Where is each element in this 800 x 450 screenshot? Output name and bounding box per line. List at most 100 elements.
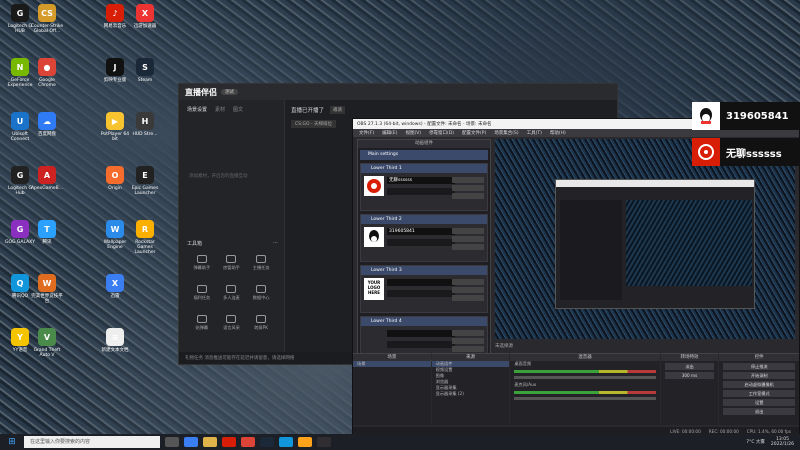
game-tag[interactable]: CS:GO - 天梯排位 [291,120,337,128]
obs-menubar: 文件(F) 编辑(E) 视图(V) 停靠窗口(D) 配置文件(P) 场景集合(S) 工具(T… [353,129,799,137]
desktop-icon[interactable]: O Origin [98,166,132,191]
desktop-icon[interactable]: X 迅雷 [98,274,132,299]
toolbox-item[interactable]: 主播任务 [246,255,276,271]
obs-menu-item[interactable]: 编辑(E) [382,130,397,136]
lower-third-options[interactable] [387,290,455,297]
obs-menu-item[interactable]: 工具(T) [527,130,542,136]
desktop-icon[interactable]: J 剪映专业版 [98,58,132,83]
desktop-icon[interactable]: V Grand Theft Auto V [30,328,64,358]
app-icon: Y [11,328,29,346]
toolbox-item[interactable]: 房管助手 [217,255,247,271]
invite-button[interactable]: 邀请 [330,106,346,114]
controls-list: 停止推流开始录制启动虚拟摄像机 工作室模式设置退出 [719,363,799,415]
desktop-icon[interactable]: W 完美世界竞技平台 [30,274,64,304]
live-titlebar[interactable]: 直播伴侣 测试 [179,84,617,100]
toolbox-item[interactable]: 福利任务 [187,285,217,301]
lower-third-name-field[interactable]: 无聊ssssss [387,177,455,184]
scene-item[interactable]: 场景 [353,361,431,367]
control-button[interactable]: 启动虚拟摄像机 [723,381,796,388]
control-button[interactable]: 工作室模式 [723,390,796,397]
qq-taskbar-icon[interactable] [279,437,293,447]
obs-menu-item[interactable]: 停靠窗口(D) [429,130,454,136]
mic-audio-slider[interactable] [514,397,656,400]
obs-menu-item[interactable]: 文件(F) [359,130,374,136]
tab-material[interactable]: 素材 [215,106,225,113]
source-item[interactable]: 显示器采集 (2) [432,391,510,397]
obs-menu-item[interactable]: 配置文件(P) [462,130,486,136]
lower-third-card[interactable]: Lower Third 2 319605841 [360,214,488,262]
control-button[interactable]: 开始录制 [723,372,796,379]
file-explorer-icon[interactable] [203,437,217,447]
toolbox-header: 工具箱 ⋯ [187,240,278,247]
obs-preview[interactable] [495,139,795,339]
desktop-audio-meter [514,370,656,373]
obs-menu-item[interactable]: 帮助(H) [550,130,566,136]
tool-icon [226,285,237,293]
desktop-icon[interactable]: W Wallpaper Engine [98,220,132,250]
desktop-icon[interactable]: T 腾讯 [30,220,64,245]
toolbox-item[interactable]: 跨屏PK [246,315,276,331]
toolbox-item[interactable]: 数据中心 [246,285,276,301]
windows-start-icon[interactable]: ⊞ [0,437,24,447]
obs-menu-item[interactable]: 场景集合(S) [494,130,518,136]
desktop-icon-label: 迅游加速器 [133,24,157,29]
control-button[interactable]: 停止推流 [723,363,796,370]
lower-third-buttons[interactable] [452,177,484,201]
desktop-icon-label: 新建文本文档 [101,348,129,353]
lower-third-name-field[interactable]: 319605841 [387,228,455,235]
lower-third-options[interactable] [387,188,455,195]
qq-icon [364,227,384,247]
mixer-mic-label: 麦克风/Aux [514,382,537,387]
tool-icon [226,315,237,323]
netease-taskbar-icon[interactable] [222,437,236,447]
tool-label: 多人连麦 [223,295,240,300]
desktop-icon[interactable]: ▶ PotPlayer 64 bit [98,112,132,142]
lower-third-name-field[interactable] [387,330,455,337]
lower-third-buttons[interactable] [452,330,484,354]
desktop-icon-label: 网易云音乐 [103,24,127,29]
task-view-icon[interactable] [165,437,179,447]
desktop-icon[interactable]: R Rockstar Games Launcher [128,220,162,255]
lower-third-buttons[interactable] [452,228,484,252]
toolbox-item[interactable]: 语言风采 [217,315,247,331]
desktop-icon[interactable]: H HUD Stre... [128,112,162,137]
toolbox-item[interactable]: 多人连麦 [217,285,247,301]
desktop-icon[interactable]: A ApexGameB... [30,166,64,191]
edge-icon[interactable] [184,437,198,447]
taskbar-search[interactable]: 在这里输入你要搜索的内容 [24,436,160,448]
desktop-icon[interactable]: E Epic Games Launcher [128,166,162,196]
lower-third-buttons[interactable] [452,279,484,303]
weather-text[interactable]: 7°C 大雾 [746,439,765,445]
desktop-audio-slider[interactable] [514,376,656,379]
clock[interactable]: 13:05 2022/1/26 [771,437,794,447]
control-button[interactable]: 退出 [723,408,796,415]
tool-label: 语言风采 [223,325,240,330]
desktop-icon[interactable]: ● Google Chrome [30,58,64,88]
sources-head: 来源 [431,354,510,361]
desktop-icon[interactable]: ☁ 百度网盘 [30,112,64,137]
desktop-icon[interactable]: S Steam [128,58,162,83]
desktop-icon[interactable]: CS Counter-Strike Global Off... [30,4,64,34]
tab-scene[interactable]: 场景设置 [187,106,207,113]
live-taskbar-icon[interactable] [298,437,312,447]
transition-duration[interactable]: 300 ms [664,372,715,379]
desktop-icon[interactable]: ♪ 网易云音乐 [98,4,132,29]
main-settings-row[interactable]: Main settings [360,150,488,160]
lower-third-card[interactable]: Lower Third 1 无聊ssssss [360,163,488,211]
obs-menu-item[interactable]: 视图(V) [405,130,421,136]
lower-third-options[interactable] [387,239,455,246]
obs-taskbar-icon[interactable] [317,437,331,447]
steam-taskbar-icon[interactable] [260,437,274,447]
chrome-taskbar-icon[interactable] [241,437,255,447]
control-button[interactable]: 设置 [723,399,796,406]
lower-third-name-field[interactable] [387,279,455,286]
transition-select[interactable]: 淡出 [664,363,715,370]
more-icon[interactable]: ⋯ [273,240,278,247]
toolbox-item[interactable]: 弹幕助手 [187,255,217,271]
toolbox-item[interactable]: 贴弹幕 [187,315,217,331]
lower-third-card[interactable]: Lower Third 3 YOUR LOGO HERE [360,265,488,313]
tab-graphic[interactable]: 图文 [233,106,243,113]
lower-third-options[interactable] [387,341,455,348]
desktop-icon[interactable]: ≡ 新建文本文档 [98,328,132,353]
desktop-icon[interactable]: X 迅游加速器 [128,4,162,29]
